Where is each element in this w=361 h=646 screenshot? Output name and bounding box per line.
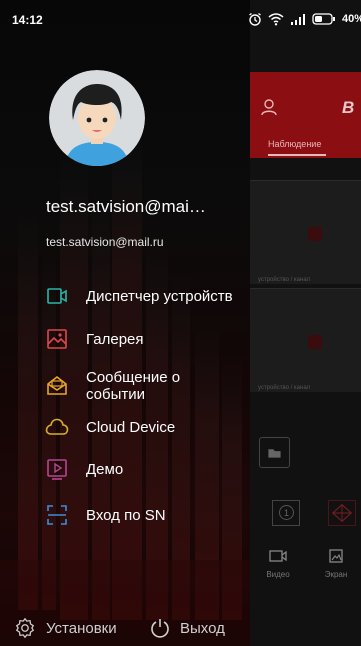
bg-video-cell[interactable]: устройство / канал xyxy=(250,288,361,392)
user-email: test.satvision@mail.ru xyxy=(46,235,164,249)
bg-cell-caption: устройство / канал xyxy=(258,277,311,283)
grid-view-button[interactable] xyxy=(328,500,356,526)
menu-item-gallery[interactable]: Галерея xyxy=(0,320,250,358)
menu-item-label: Галерея xyxy=(86,330,144,348)
nav-video-label: Видео xyxy=(266,570,290,579)
menu-item-label: Сообщение о событии xyxy=(86,369,181,403)
menu-item-events[interactable]: Сообщение о событии xyxy=(0,364,250,408)
bg-brand: B xyxy=(342,98,355,117)
camera-icon xyxy=(47,288,67,304)
folder-icon[interactable] xyxy=(259,437,290,468)
one-icon: 1 xyxy=(279,505,294,520)
play-icon xyxy=(47,459,67,480)
avatar[interactable] xyxy=(49,70,145,166)
cloud-icon xyxy=(45,418,69,435)
battery-percent: 40% xyxy=(342,13,361,25)
wifi-icon xyxy=(268,13,284,26)
status-icons: 40% xyxy=(248,11,361,27)
nav-video[interactable]: Видео xyxy=(258,548,298,579)
status-time: 14:12 xyxy=(12,13,43,27)
menu-item-sn-login[interactable]: Вход по SN xyxy=(0,496,250,534)
user-icon xyxy=(261,99,277,116)
menu-item-cloud[interactable]: Cloud Device xyxy=(0,408,250,446)
scan-icon xyxy=(47,505,67,525)
settings-button[interactable]: Установки xyxy=(14,616,117,640)
bg-header: B Наблюдение xyxy=(250,72,361,158)
menu-item-label: Cloud Device xyxy=(86,418,176,436)
menu-item-devices[interactable]: Диспетчер устройств xyxy=(0,277,250,315)
tab-surveillance[interactable]: Наблюдение xyxy=(268,139,321,149)
bg-video-cell[interactable]: устройство / канал xyxy=(250,180,361,284)
message-icon xyxy=(47,375,67,395)
gear-icon xyxy=(15,617,35,639)
alarm-icon xyxy=(249,12,261,26)
video-icon xyxy=(269,550,287,562)
menu-item-label: Демо xyxy=(86,460,124,478)
menu-item-label: Диспетчер устройств xyxy=(86,287,233,305)
single-view-button[interactable]: 1 xyxy=(272,500,300,526)
bg-cell-caption: устройство / канал xyxy=(258,385,311,391)
image-icon xyxy=(47,329,67,349)
signal-icon xyxy=(291,14,305,25)
grid-icon xyxy=(331,503,353,523)
logout-label: Выход xyxy=(180,619,225,637)
menu-item-label: Вход по SN xyxy=(86,506,166,524)
power-icon xyxy=(151,619,169,638)
menu-item-demo[interactable]: Демо xyxy=(0,450,250,488)
settings-label: Установки xyxy=(46,619,117,637)
nav-screen[interactable]: Экран xyxy=(316,548,356,579)
battery-icon xyxy=(312,13,335,25)
user-name: test.satvision@mai… xyxy=(46,197,206,216)
navigation-drawer: test.satvision@mai… test.satvision@mail.… xyxy=(0,0,250,646)
nav-screen-label: Экран xyxy=(324,570,348,579)
tab-indicator xyxy=(268,154,326,156)
screenshot-icon xyxy=(329,549,343,563)
logout-button[interactable]: Выход xyxy=(150,616,225,640)
status-bar: 14:12 40% xyxy=(0,0,361,36)
